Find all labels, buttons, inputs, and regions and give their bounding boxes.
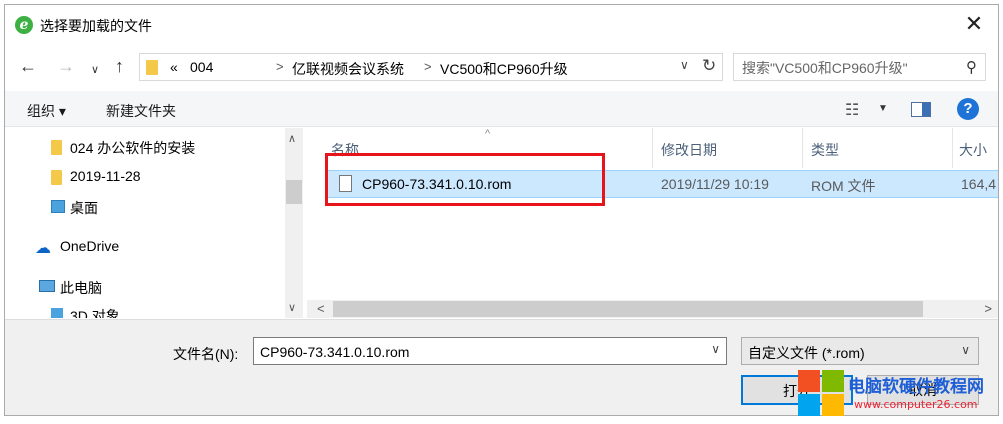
breadcrumb-separator[interactable]: > [424, 59, 432, 74]
column-header-size[interactable]: 大小 [953, 128, 998, 168]
filetype-select[interactable]: 自定义文件 (*.rom) ∨ [741, 337, 979, 365]
column-header-name[interactable]: 名称 [307, 128, 653, 168]
filename-input[interactable] [260, 342, 690, 362]
nav-item-onedrive[interactable]: ☁ OneDrive [5, 234, 285, 260]
back-arrow-icon[interactable]: ← [19, 57, 37, 75]
breadcrumb-overflow[interactable]: « [170, 59, 178, 75]
nav-item-office-software[interactable]: 024 办公软件的安装 [5, 134, 285, 160]
forward-arrow-icon[interactable]: → [57, 57, 75, 75]
filename-dropdown-chevron-icon[interactable]: ∨ [711, 342, 720, 356]
scroll-thumb[interactable] [286, 180, 302, 204]
folder-icon [51, 140, 62, 155]
watermark-title: 电脑软硬件教程网 [848, 377, 984, 396]
file-type: ROM 文件 [811, 178, 876, 194]
title-bar: e 选择要加载的文件 ✕ [5, 5, 998, 43]
windows-logo-icon [798, 370, 844, 416]
nav-item-label: 此电脑 [60, 280, 102, 296]
watermark: 电脑软硬件教程网 www.computer26.com [798, 366, 998, 420]
navigation-pane: 024 办公软件的安装 2019-11-28 桌面 ☁ OneDrive 此电脑… [5, 128, 305, 318]
column-header-date[interactable]: 修改日期 [653, 128, 803, 168]
filetype-selected-value: 自定义文件 (*.rom) [748, 345, 865, 361]
3d-objects-icon [51, 308, 63, 318]
search-box[interactable]: ⚲ [733, 53, 986, 81]
scroll-up-icon[interactable]: ∧ [288, 132, 296, 145]
nav-pane-scrollbar[interactable]: ∧ ∨ [285, 128, 303, 318]
new-folder-button[interactable]: 新建文件夹 [106, 101, 176, 121]
breadcrumb-current-folder[interactable]: VC500和CP960升级 [440, 59, 568, 79]
file-size: 164,4 [961, 176, 997, 192]
view-options-icon[interactable]: ☷ [845, 100, 859, 120]
file-open-dialog: e 选择要加载的文件 ✕ ← → ∨ ↑ « 004 > 亿联视频会议系统 > … [4, 4, 999, 416]
file-icon [339, 175, 352, 192]
folder-icon [51, 170, 62, 185]
organize-button[interactable]: 组织 ▾ [27, 101, 66, 121]
scroll-left-icon[interactable]: < [317, 301, 325, 316]
nav-item-this-pc[interactable]: 此电脑 [5, 274, 285, 300]
nav-item-label: 024 办公软件的安装 [70, 140, 196, 156]
navigation-row: ← → ∨ ↑ « 004 > 亿联视频会议系统 > VC500和CP960升级… [5, 47, 998, 87]
nav-item-label: OneDrive [60, 238, 120, 254]
watermark-url: www.computer26.com [854, 398, 978, 411]
table-row[interactable]: CP960-73.341.0.10.rom 2019/11/29 10:19 R… [327, 170, 998, 198]
address-dropdown-chevron-icon[interactable]: ∨ [680, 58, 689, 72]
nav-item-label: 桌面 [70, 200, 98, 216]
nav-item-label: 3D 对象 [70, 308, 120, 318]
search-input[interactable] [742, 58, 952, 78]
file-list: ^ 名称 修改日期 类型 大小 CP960-73.341.0.10.rom 20… [307, 128, 998, 318]
scroll-right-icon[interactable]: > [984, 301, 992, 316]
view-dropdown-icon[interactable]: ▼ [878, 103, 888, 114]
filetype-dropdown-chevron-icon: ∨ [961, 343, 970, 357]
refresh-icon[interactable]: ↻ [702, 56, 716, 76]
filename-combobox[interactable]: ∨ [253, 337, 727, 365]
folder-icon [146, 60, 158, 75]
nav-item-desktop[interactable]: 桌面 [5, 194, 285, 220]
file-list-horizontal-scrollbar[interactable]: < > [307, 300, 998, 318]
address-bar[interactable]: « 004 > 亿联视频会议系统 > VC500和CP960升级 ∨ ↻ [139, 53, 723, 81]
close-button[interactable]: ✕ [962, 13, 986, 37]
up-arrow-icon[interactable]: ↑ [115, 57, 124, 75]
breadcrumb-004[interactable]: 004 [190, 59, 213, 75]
breadcrumb-yealink[interactable]: 亿联视频会议系统 [292, 59, 404, 79]
recent-locations-chevron-icon[interactable]: ∨ [91, 61, 99, 79]
column-header-type[interactable]: 类型 [803, 128, 953, 168]
nav-item-2019-11-28[interactable]: 2019-11-28 [5, 164, 285, 190]
scroll-down-icon[interactable]: ∨ [288, 301, 296, 314]
file-name: CP960-73.341.0.10.rom [362, 176, 512, 192]
desktop-icon [51, 200, 65, 213]
window-title: 选择要加载的文件 [40, 18, 152, 34]
browser-logo-icon: e [15, 16, 33, 34]
filename-label: 文件名(N): [173, 346, 239, 362]
search-icon[interactable]: ⚲ [966, 58, 977, 76]
nav-item-3d-objects[interactable]: 3D 对象 [5, 302, 285, 318]
file-date: 2019/11/29 10:19 [661, 176, 769, 192]
cloud-icon: ☁ [35, 240, 51, 257]
computer-icon [39, 280, 55, 292]
help-icon[interactable]: ? [957, 98, 979, 120]
preview-pane-icon[interactable] [911, 102, 931, 117]
scroll-thumb[interactable] [333, 301, 923, 317]
nav-item-label: 2019-11-28 [70, 168, 141, 184]
command-toolbar: 组织 ▾ 新建文件夹 ☷ ▼ ? [5, 91, 998, 127]
breadcrumb-separator[interactable]: > [276, 59, 284, 74]
